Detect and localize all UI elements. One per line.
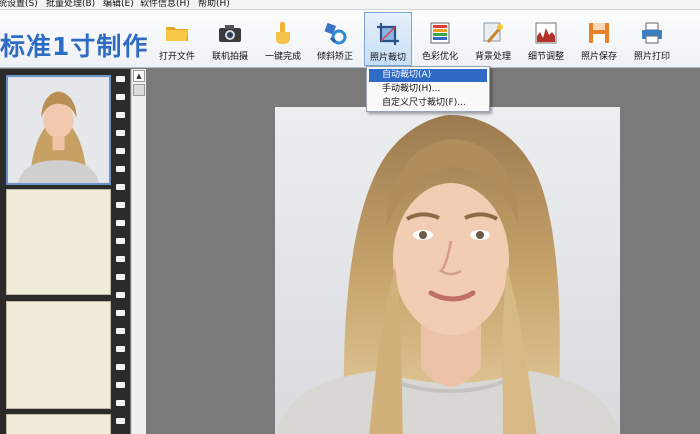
app-title: 标准1寸制作 (0, 32, 149, 61)
crop-label: 照片裁切 (369, 53, 406, 63)
camera-capture-button[interactable]: 联机拍摄 (206, 12, 254, 66)
open-file-label: 打开文件 (158, 52, 195, 62)
film-sprocket (116, 202, 125, 208)
print-photo-label: 照片打印 (633, 52, 670, 62)
thumbnail-selected[interactable] (6, 75, 111, 185)
film-sprocket (116, 238, 125, 244)
color-optimize-label: 色彩优化 (421, 52, 458, 62)
color-optimize-button[interactable]: 色彩优化 (416, 12, 464, 66)
portrait-thumbnail (8, 77, 109, 183)
printer-icon (642, 22, 662, 44)
film-sprocket (116, 220, 125, 226)
custom-size-crop-item[interactable]: 自定义尺寸裁切(F)... (369, 97, 487, 110)
film-sprocket (116, 184, 125, 190)
folder-icon (166, 27, 188, 41)
thumbnail-strip (0, 69, 130, 434)
one-click-button[interactable]: 一键完成 (259, 12, 307, 66)
film-sprocket (116, 400, 125, 406)
auto-crop-item[interactable]: 自动裁切(A) (369, 69, 487, 82)
film-sprocket (116, 328, 125, 334)
manual-crop-item[interactable]: 手动裁切(H)... (369, 83, 487, 96)
film-sprocket (116, 256, 125, 262)
film-sprocket (116, 76, 125, 82)
open-file-button[interactable]: 打开文件 (153, 12, 201, 66)
detail-adjust-label: 细节调整 (527, 52, 564, 62)
film-sprocket (116, 382, 125, 388)
film-sprocket (116, 346, 125, 352)
film-sprocket (116, 130, 125, 136)
scroll-up-arrow-icon[interactable]: ▲ (133, 70, 145, 82)
film-sprocket (116, 148, 125, 154)
background-process-button[interactable]: 背景处理 (469, 12, 517, 66)
crop-dropdown-menu: 自动裁切(A) 手动裁切(H)... 自定义尺寸裁切(F)... (366, 66, 490, 112)
color-palette-icon (430, 22, 450, 44)
portrait-photo[interactable] (275, 107, 620, 434)
tilt-correct-button[interactable]: 倾斜矫正 (311, 12, 359, 66)
film-sprocket (116, 418, 125, 424)
camera-icon (219, 25, 241, 42)
thumbnail-empty-slot[interactable] (6, 414, 111, 434)
film-sprocket (116, 364, 125, 370)
thumbnail-empty-slot[interactable] (6, 189, 111, 295)
film-sprocket (116, 274, 125, 280)
crop-icon (377, 23, 399, 45)
histogram-icon (535, 22, 557, 44)
film-sprocket (116, 94, 125, 100)
scroll-thumb[interactable] (133, 84, 145, 96)
menu-software-info[interactable]: 软件信息(H) (140, 0, 190, 9)
save-photo-label: 照片保存 (580, 52, 617, 62)
thumbnail-scrollbar[interactable]: ▲ (131, 69, 146, 434)
film-sprocket (116, 112, 125, 118)
tilt-correct-label: 倾斜矫正 (316, 52, 353, 62)
menu-bar: 统设置(S) 批量处理(B) 编辑(E) 软件信息(H) 帮助(H) (0, 0, 700, 10)
menu-edit[interactable]: 编辑(E) (103, 0, 134, 9)
floppy-disk-icon (589, 23, 609, 43)
magic-wand-icon (483, 22, 503, 43)
detail-adjust-button[interactable]: 细节调整 (522, 12, 570, 66)
print-photo-button[interactable]: 照片打印 (628, 12, 676, 66)
one-click-label: 一键完成 (264, 52, 301, 62)
menu-help[interactable]: 帮助(H) (198, 0, 230, 9)
rotate-tool-icon (324, 22, 347, 45)
photo-workspace (147, 69, 700, 434)
film-sprocket (116, 292, 125, 298)
camera-capture-label: 联机拍摄 (211, 52, 248, 62)
film-sprocket (116, 166, 125, 172)
portrait-image (275, 107, 620, 434)
hand-pointer-icon (276, 22, 290, 44)
film-sprocket (116, 310, 125, 316)
crop-button[interactable]: 照片裁切 (364, 12, 412, 66)
background-process-label: 背景处理 (474, 52, 511, 62)
thumbnail-empty-slot[interactable] (6, 301, 111, 409)
menu-batch-process[interactable]: 批量处理(B) (46, 0, 95, 9)
save-photo-button[interactable]: 照片保存 (575, 12, 623, 66)
toolbar: 标准1寸制作 打开文件 联机拍摄 一键完成 倾斜矫正 照片裁切 色彩优化 背景处… (0, 10, 700, 68)
menu-system-settings[interactable]: 统设置(S) (0, 0, 38, 9)
